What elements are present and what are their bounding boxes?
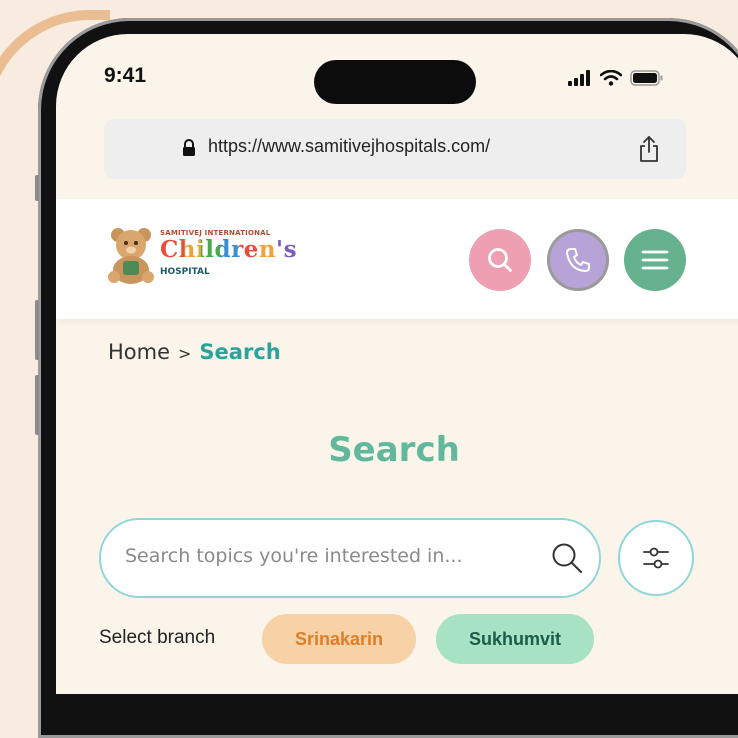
phone-volume-up-button — [35, 300, 39, 360]
search-field[interactable] — [99, 518, 601, 598]
dynamic-island — [314, 60, 476, 104]
breadcrumb-current: Search — [199, 340, 281, 364]
status-icons — [568, 70, 664, 86]
site-header: SAMITIVEJ INTERNATIONAL Children's HOSPI… — [56, 199, 738, 319]
filter-button[interactable] — [618, 520, 694, 596]
breadcrumb-separator: > — [178, 344, 192, 363]
search-input[interactable] — [123, 544, 527, 568]
hospital-logo[interactable]: SAMITIVEJ INTERNATIONAL Children's HOSPI… — [106, 225, 297, 287]
wifi-icon — [600, 70, 622, 86]
phone-icon — [566, 248, 590, 272]
status-time: 9:41 — [104, 64, 147, 87]
select-branch-label: Select branch — [99, 627, 216, 648]
signal-icon — [568, 70, 590, 86]
header-menu-button[interactable] — [624, 229, 686, 291]
phone-screen: 9:41 https://www.samitivejhospitals.com/… — [56, 34, 738, 694]
search-submit-icon[interactable] — [549, 540, 585, 576]
logo-main-text: Children's — [160, 236, 297, 263]
logo-main-word: Children's — [160, 236, 298, 263]
browser-address-bar[interactable]: https://www.samitivejhospitals.com/ — [104, 119, 686, 179]
breadcrumb-home[interactable]: Home — [108, 340, 170, 364]
header-search-button[interactable] — [469, 229, 531, 291]
search-icon — [488, 248, 512, 272]
phone-side-button — [35, 175, 39, 201]
battery-icon — [630, 70, 663, 86]
header-call-button[interactable] — [547, 229, 609, 291]
page-title: Search — [328, 430, 460, 470]
filter-sliders-icon — [643, 547, 669, 569]
branch-chip-srinakarin[interactable]: Srinakarin — [262, 614, 416, 664]
breadcrumb: Home > Search — [108, 340, 281, 364]
status-bar: 9:41 — [56, 34, 738, 104]
lock-icon — [183, 139, 195, 156]
branch-chip-sukhumvit[interactable]: Sukhumvit — [436, 614, 594, 664]
teddy-bear-logo-icon — [108, 228, 154, 284]
logo-sub-text: HOSPITAL — [160, 267, 210, 277]
hamburger-menu-icon — [641, 250, 669, 270]
url-text: https://www.samitivejhospitals.com/ — [208, 136, 491, 156]
phone-volume-down-button — [35, 375, 39, 435]
share-icon[interactable] — [638, 135, 660, 163]
